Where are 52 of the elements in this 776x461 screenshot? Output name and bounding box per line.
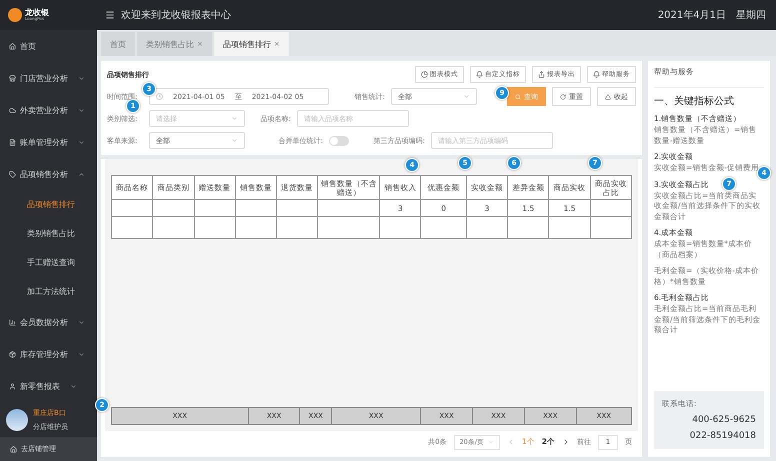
sidebar-item[interactable]: 外卖营业分析 [0, 94, 97, 126]
home-icon [10, 446, 17, 453]
sidebar-item[interactable]: 会员数据分析 [0, 306, 97, 338]
merge-toggle[interactable] [329, 136, 349, 146]
cloud-icon [9, 106, 16, 114]
logo-text: 龙收银 [25, 9, 49, 17]
weekday-text: 星期四 [736, 8, 766, 22]
tag-icon [9, 170, 16, 178]
chevron-icon [78, 350, 85, 358]
pie-chart-icon [421, 71, 428, 78]
sidebar-subitem[interactable]: 加工方法统计 [0, 277, 97, 306]
sidebar-item[interactable]: 门店营业分析 [0, 62, 97, 94]
sidebar-item[interactable]: 新零售报表 [0, 370, 97, 402]
chevron-icon [231, 137, 238, 144]
menu-icon[interactable] [105, 10, 115, 20]
app-title: 欢迎来到龙收银报表中心 [121, 8, 231, 22]
phone-number: 022-85194018 [688, 431, 756, 441]
chevron-icon [78, 170, 85, 178]
refresh-icon [560, 94, 566, 100]
chevron-icon [78, 74, 85, 82]
bell-icon [593, 71, 600, 78]
chevron-icon [70, 382, 77, 390]
store-icon [9, 74, 16, 82]
triangle-icon [605, 94, 611, 100]
clock-icon [156, 93, 163, 100]
sidebar-subitem[interactable]: 品项销售排行 [0, 190, 97, 219]
document-icon [9, 138, 16, 146]
sidebar-item[interactable]: 品项销售分析 [0, 158, 97, 190]
box-icon [9, 350, 16, 358]
phone-number: 400-625-9625 [691, 415, 756, 425]
avatar [6, 408, 28, 431]
chart-icon [9, 318, 16, 326]
chevron-icon [78, 138, 85, 146]
chevron-icon [78, 106, 85, 114]
chevron-icon [463, 93, 470, 100]
export-icon [538, 71, 545, 78]
date-text: 2021年4月1日 [658, 9, 726, 22]
user-icon [9, 382, 16, 390]
sidebar-item[interactable]: 首页 [0, 30, 97, 62]
chevron-icon [488, 439, 494, 445]
search-icon [515, 94, 521, 100]
sidebar-subitem[interactable]: 手工赠送查询 [0, 248, 97, 277]
home-icon [9, 42, 16, 50]
help-heading: 一、关键指标公式 [654, 94, 735, 108]
next-icon[interactable] [562, 438, 570, 446]
chevron-icon [78, 318, 85, 326]
chevron-icon [231, 115, 238, 122]
sidebar-subitem[interactable]: 类别销售占比 [0, 219, 97, 248]
bell-icon [476, 71, 483, 78]
logo-icon [8, 8, 22, 22]
sidebar-item[interactable]: 账单管理分析 [0, 126, 97, 158]
sidebar-item[interactable]: 库存管理分析 [0, 338, 97, 370]
